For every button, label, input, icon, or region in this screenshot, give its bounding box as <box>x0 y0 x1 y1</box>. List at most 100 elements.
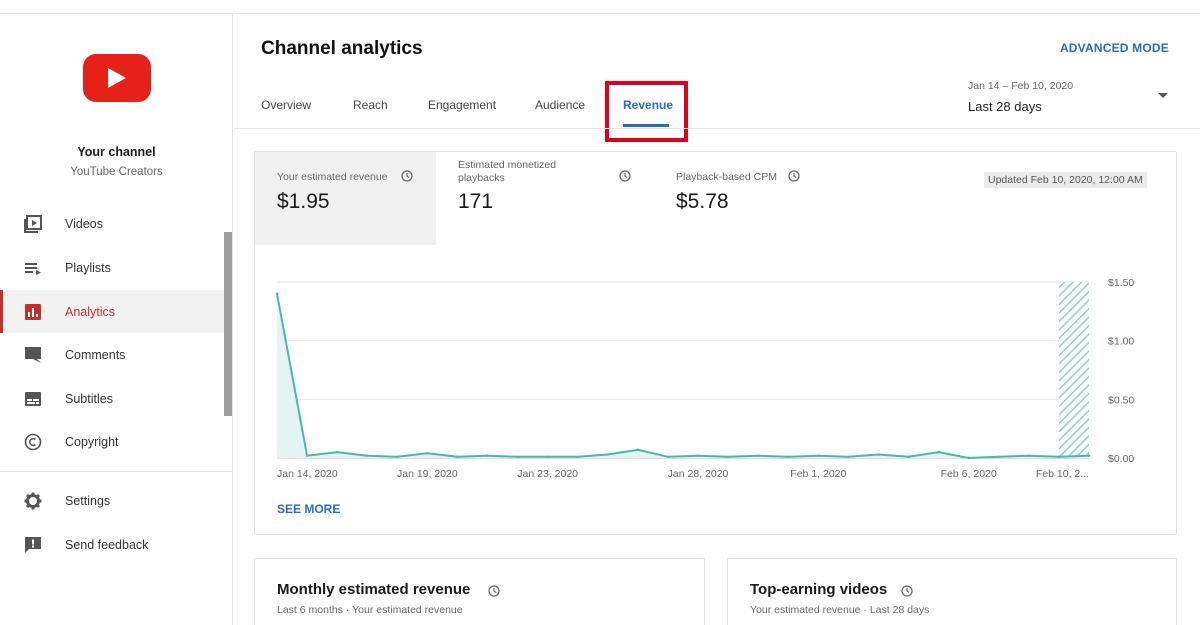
data-point[interactable] <box>366 454 369 457</box>
data-point[interactable] <box>817 454 820 457</box>
videos-icon <box>24 214 42 233</box>
clock-icon[interactable] <box>788 170 800 182</box>
comments-icon <box>24 346 42 364</box>
channel-name: Your channel <box>77 145 156 159</box>
card-title: Top-earning videos <box>750 581 888 598</box>
data-point[interactable] <box>335 450 339 454</box>
sidebar-item-videos[interactable]: Videos <box>0 202 224 245</box>
data-point[interactable] <box>847 455 850 459</box>
clock-icon[interactable] <box>619 170 631 182</box>
sidebar-item-label: Send feedback <box>65 537 149 552</box>
data-point[interactable] <box>967 456 970 460</box>
sidebar-item-label: Playlists <box>65 260 111 275</box>
monthly-revenue-card: Monthly estimated revenue Last 6 months … <box>254 558 705 625</box>
data-point[interactable] <box>396 455 399 459</box>
data-point[interactable] <box>937 450 940 454</box>
clock-icon[interactable] <box>488 585 500 597</box>
metric-label-cpm: Playback-based CPM <box>676 171 777 183</box>
card-title: Monthly estimated revenue <box>277 581 471 598</box>
clock-icon[interactable] <box>401 170 413 182</box>
tab-reach[interactable]: Reach <box>353 98 388 112</box>
y-tick-label: $0.00 <box>1108 453 1134 465</box>
card-subtitle: Last 6 months · Your estimated revenue <box>277 604 463 616</box>
metric-label-revenue: Your estimated revenue <box>277 171 388 183</box>
sidebar-item-settings[interactable]: Settings <box>0 479 224 522</box>
clock-icon[interactable] <box>901 585 913 597</box>
sidebar-item-send-feedback[interactable]: Send feedback <box>0 523 224 566</box>
sidebar-item-label: Videos <box>65 216 103 231</box>
tab-engagement[interactable]: Engagement <box>428 98 496 112</box>
data-point[interactable] <box>486 454 489 457</box>
x-tick-label: Jan 28, 2020 <box>668 468 729 480</box>
y-tick-label: $1.00 <box>1108 336 1134 348</box>
caret-down-icon <box>1158 93 1168 98</box>
data-point[interactable] <box>516 455 519 459</box>
data-point[interactable] <box>426 452 429 455</box>
top-bar <box>0 0 1200 14</box>
see-more-link[interactable]: SEE MORE <box>277 502 340 516</box>
subtitles-icon <box>24 390 42 408</box>
data-point[interactable] <box>275 292 279 295</box>
data-point[interactable] <box>1087 454 1091 457</box>
x-tick-label: Jan 14, 2020 <box>277 468 338 480</box>
sidebar-item-copyright[interactable]: Copyright <box>0 420 224 463</box>
page-title: Channel analytics <box>261 38 423 59</box>
date-range-text: Jan 14 – Feb 10, 2020 <box>968 80 1074 92</box>
data-point[interactable] <box>756 454 760 457</box>
x-tick-label: Feb 1, 2020 <box>790 468 846 480</box>
top-earning-videos-card: Top-earning videos Your estimated revenu… <box>727 558 1177 625</box>
analytics-icon <box>24 303 42 321</box>
sidebar-scrollbar[interactable] <box>224 232 232 416</box>
metric-value-playbacks: 171 <box>458 190 494 213</box>
data-point[interactable] <box>636 448 640 451</box>
sidebar-item-subtitles[interactable]: Subtitles <box>0 377 224 420</box>
data-point[interactable] <box>576 455 579 459</box>
playlists-icon <box>24 259 42 277</box>
header-divider <box>234 128 1200 129</box>
tab-audience[interactable]: Audience <box>535 98 585 112</box>
sidebar-item-playlists[interactable]: Playlists <box>0 246 224 289</box>
sidebar-item-label: Settings <box>65 493 111 508</box>
y-tick-label: $1.50 <box>1108 277 1134 289</box>
metric-label-playbacks: Estimated monetized playbacks <box>458 159 557 184</box>
x-tick-label: Jan 23, 2020 <box>517 468 578 480</box>
data-point[interactable] <box>305 454 309 457</box>
data-point[interactable] <box>666 455 670 459</box>
data-point[interactable] <box>726 455 730 459</box>
advanced-mode-button[interactable]: ADVANCED MODE <box>1060 41 1169 55</box>
card-subtitle: Your estimated revenue · Last 28 days <box>750 604 930 616</box>
copyright-icon <box>24 433 42 451</box>
series-line <box>276 293 1090 460</box>
tab-overview[interactable]: Overview <box>261 98 311 112</box>
partial-data-hatch <box>1059 282 1089 458</box>
sidebar-item-analytics[interactable]: Analytics <box>0 290 224 333</box>
sidebar: Your channel YouTube Creators Videos Pla… <box>0 14 233 625</box>
data-point[interactable] <box>696 454 700 457</box>
data-point[interactable] <box>456 455 459 459</box>
sidebar-item-comments[interactable]: Comments <box>0 333 224 376</box>
data-point[interactable] <box>1027 454 1031 457</box>
sidebar-item-label: Comments <box>65 347 126 362</box>
sidebar-item-label: Copyright <box>65 434 119 449</box>
metric-value-revenue: $1.95 <box>277 190 330 213</box>
feedback-icon <box>24 536 42 554</box>
data-point[interactable] <box>997 455 1000 459</box>
revenue-chart: $0.00 $0.50 $1.00 $1.50 Jan 14, 2020 Jan 19, … <box>275 277 1134 480</box>
data-point[interactable] <box>546 455 549 459</box>
y-tick-label: $0.50 <box>1108 394 1134 406</box>
updated-timestamp: Updated Feb 10, 2020, 12:00 AM <box>984 172 1147 188</box>
data-point[interactable] <box>907 455 910 459</box>
metric-value-cpm: $5.78 <box>676 190 729 213</box>
youtube-logo-icon[interactable] <box>83 54 151 102</box>
channel-subtitle: YouTube Creators <box>70 166 163 178</box>
sidebar-divider <box>0 471 232 472</box>
data-point[interactable] <box>606 453 610 456</box>
x-tick-label: Feb 10, 2... <box>1036 468 1089 480</box>
highlight-annotation-box <box>605 81 688 142</box>
data-point[interactable] <box>787 455 790 459</box>
gear-icon <box>24 492 42 510</box>
data-point[interactable] <box>877 453 880 456</box>
x-tick-label: Jan 19, 2020 <box>397 468 458 480</box>
date-range-label: Last 28 days <box>968 99 1042 114</box>
data-point[interactable] <box>1057 455 1061 459</box>
